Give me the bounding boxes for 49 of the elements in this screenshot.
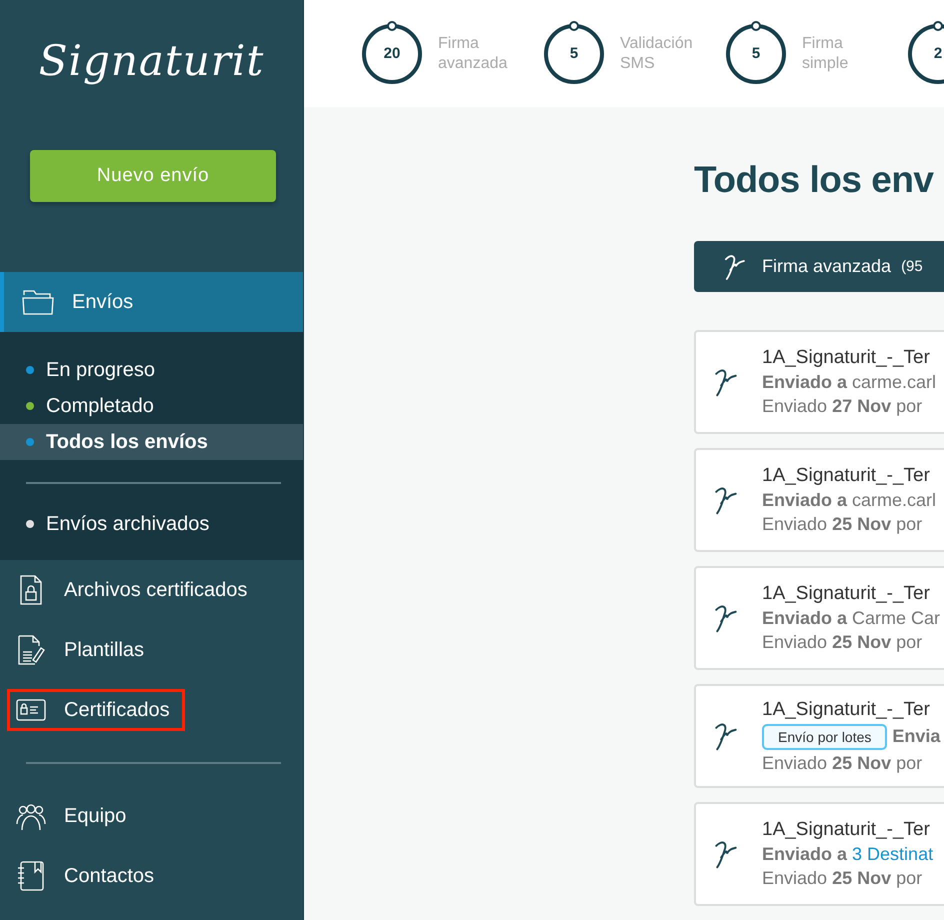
counter-label: Firma simple [802, 34, 850, 74]
document-title: 1A_Signaturit_-_Ter [762, 583, 931, 605]
counter-label: Firma avanzada [438, 34, 508, 74]
sent-to-label: Enviado a [762, 490, 848, 511]
document-card[interactable]: 1A_Signaturit_-_Ter Envío por lotes Envia Enviado 25 Nov por [694, 684, 944, 788]
address-book-icon [16, 860, 46, 892]
signature-icon [722, 252, 746, 281]
document-card[interactable]: 1A_Signaturit_-_Ter Enviado a carme.carl Enviado 27 Nov por [694, 330, 944, 434]
submenu-item[interactable]: Todos los envíos [0, 424, 303, 460]
folder-icon [22, 289, 54, 315]
submenu-item[interactable]: Envíos archivados [0, 506, 303, 542]
recipient: carme.carl [852, 490, 936, 511]
sent-to-label: Enviado a [762, 844, 848, 865]
logo: Signaturit [38, 35, 264, 87]
nav-item[interactable]: Equipo [10, 794, 138, 838]
document-pen-icon [16, 634, 46, 666]
counter-value: 20 [384, 46, 400, 61]
document-title: 1A_Signaturit_-_Ter [762, 347, 931, 369]
document-title: 1A_Signaturit_-_Ter [762, 819, 931, 841]
sent-date: Enviado 27 Nov por [762, 396, 924, 417]
recipient: carme.carl [852, 372, 936, 393]
counter-label: Validación SMS [620, 34, 694, 74]
document-card[interactable]: 1A_Signaturit_-_Ter Enviado a 3 Destinat Enviado 25 Nov por [694, 802, 944, 906]
sent-to-label: Envia [892, 726, 940, 747]
submenu-item[interactable]: Completado [0, 388, 303, 424]
page-title: Todos los env [694, 159, 935, 201]
document-title: 1A_Signaturit_-_Ter [762, 698, 931, 720]
counter-value: 2 [934, 46, 942, 61]
batch-badge: Envío por lotes [762, 724, 888, 750]
sent-to-label: Enviado a [762, 608, 848, 629]
document-title: 1A_Signaturit_-_Ter [762, 465, 931, 487]
counter-value: 5 [752, 46, 760, 61]
filter-tab[interactable]: Firma avanzada (95 [694, 241, 944, 292]
recipient: Carme Car [852, 608, 940, 629]
submenu-item[interactable]: En progreso [0, 352, 303, 388]
sent-date: Enviado 25 Nov por [762, 752, 924, 774]
sent-date: Enviado 25 Nov por [762, 868, 924, 889]
section-header[interactable]: Envíos [0, 272, 303, 332]
nav-item[interactable]: Certificados [10, 692, 182, 728]
sent-date: Enviado 25 Nov por [762, 632, 924, 653]
nav-item[interactable]: Archivos certificados [10, 568, 260, 612]
counter-value: 5 [570, 46, 578, 61]
sent-to-label: Enviado a [762, 372, 848, 393]
nav-item[interactable]: Plantillas [10, 628, 156, 672]
sent-date: Enviado 25 Nov por [762, 514, 924, 535]
certificate-card-icon [16, 698, 46, 722]
document-card[interactable]: 1A_Signaturit_-_Ter Enviado a carme.carl Enviado 25 Nov por [694, 448, 944, 552]
document-card[interactable]: 1A_Signaturit_-_Ter Enviado a Carme Car Enviado 25 Nov por [694, 566, 944, 670]
nav-item[interactable]: Contactos [10, 854, 166, 898]
